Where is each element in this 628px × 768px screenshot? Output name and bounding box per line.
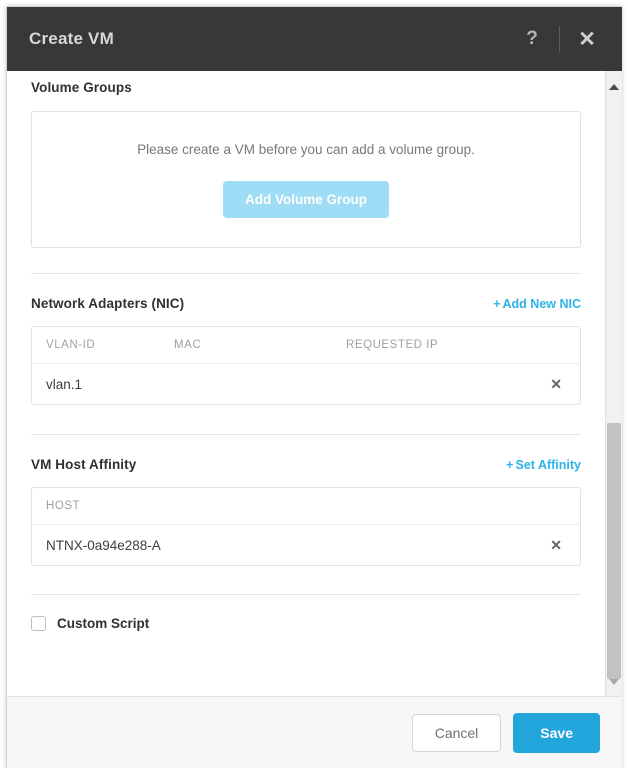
vm-host-affinity-label: VM Host Affinity	[31, 457, 137, 472]
volume-groups-empty-panel: Please create a VM before you can add a …	[31, 111, 581, 248]
vm-host-affinity-section: VM Host Affinity + Set Affinity HOST NTNX…	[31, 457, 581, 566]
volume-groups-section: Volume Groups Please create a VM before …	[31, 80, 581, 248]
scroll-up-arrow-icon[interactable]	[606, 79, 622, 95]
custom-script-checkbox[interactable]	[31, 616, 46, 631]
dialog-scroll-content: Volume Groups Please create a VM before …	[7, 71, 605, 696]
screen: Create VM ? ✕ Volume Groups Please creat…	[0, 0, 628, 768]
host-affinity-table: HOST NTNX-0a94e288-A ✕	[31, 487, 581, 566]
scroll-down-arrow-icon[interactable]	[606, 674, 622, 690]
add-new-nic-label: Add New NIC	[502, 297, 581, 311]
volume-groups-label: Volume Groups	[31, 80, 132, 95]
section-divider-3	[31, 594, 581, 595]
cancel-button[interactable]: Cancel	[411, 713, 502, 752]
scrollbar-thumb[interactable]	[607, 423, 621, 679]
header-actions: ? ✕	[515, 22, 604, 56]
create-vm-dialog: Create VM ? ✕ Volume Groups Please creat…	[6, 6, 622, 768]
remove-nic-icon[interactable]: ✕	[546, 374, 566, 395]
dialog-header: Create VM ? ✕	[7, 7, 622, 71]
host-table-header: HOST	[32, 488, 580, 525]
nic-col-vlan-id: VLAN-ID	[46, 339, 96, 351]
help-icon[interactable]: ?	[515, 22, 549, 56]
nic-table: VLAN-ID MAC REQUESTED IP vlan.1 ✕	[31, 326, 581, 405]
set-affinity-label: Set Affinity	[515, 458, 581, 472]
network-adapters-label: Network Adapters (NIC)	[31, 296, 185, 311]
save-button[interactable]: Save	[513, 712, 600, 753]
section-divider-1	[31, 273, 581, 274]
nic-table-header: VLAN-ID MAC REQUESTED IP	[32, 327, 580, 364]
section-divider-2	[31, 434, 581, 435]
custom-script-row[interactable]: Custom Script	[31, 616, 581, 631]
host-cell-name: NTNX-0a94e288-A	[46, 537, 161, 553]
dialog-body: Volume Groups Please create a VM before …	[7, 71, 622, 696]
close-icon[interactable]: ✕	[570, 22, 604, 56]
add-volume-group-button[interactable]: Add Volume Group	[223, 180, 389, 218]
volume-groups-empty-message: Please create a VM before you can add a …	[137, 141, 475, 157]
nic-col-mac: MAC	[174, 339, 202, 351]
nic-col-requested-ip: REQUESTED IP	[346, 339, 439, 351]
table-row: vlan.1 ✕	[32, 364, 580, 404]
plus-icon: +	[506, 458, 514, 472]
nic-cell-vlan-id: vlan.1	[46, 376, 83, 392]
host-col-host: HOST	[46, 500, 81, 512]
page-title: Create VM	[29, 29, 114, 48]
dialog-footer: Cancel Save	[7, 696, 622, 768]
plus-icon: +	[493, 297, 501, 311]
header-divider	[559, 26, 560, 52]
remove-host-icon[interactable]: ✕	[546, 535, 566, 556]
network-adapters-header: Network Adapters (NIC) + Add New NIC	[31, 296, 581, 311]
network-adapters-section: Network Adapters (NIC) + Add New NIC VLAN…	[31, 296, 581, 405]
vm-host-affinity-header: VM Host Affinity + Set Affinity	[31, 457, 581, 472]
table-row: NTNX-0a94e288-A ✕	[32, 525, 580, 565]
add-new-nic-link[interactable]: + Add New NIC	[493, 297, 581, 311]
set-affinity-link[interactable]: + Set Affinity	[506, 458, 581, 472]
custom-script-label: Custom Script	[57, 616, 150, 631]
vertical-scrollbar[interactable]	[605, 71, 622, 696]
